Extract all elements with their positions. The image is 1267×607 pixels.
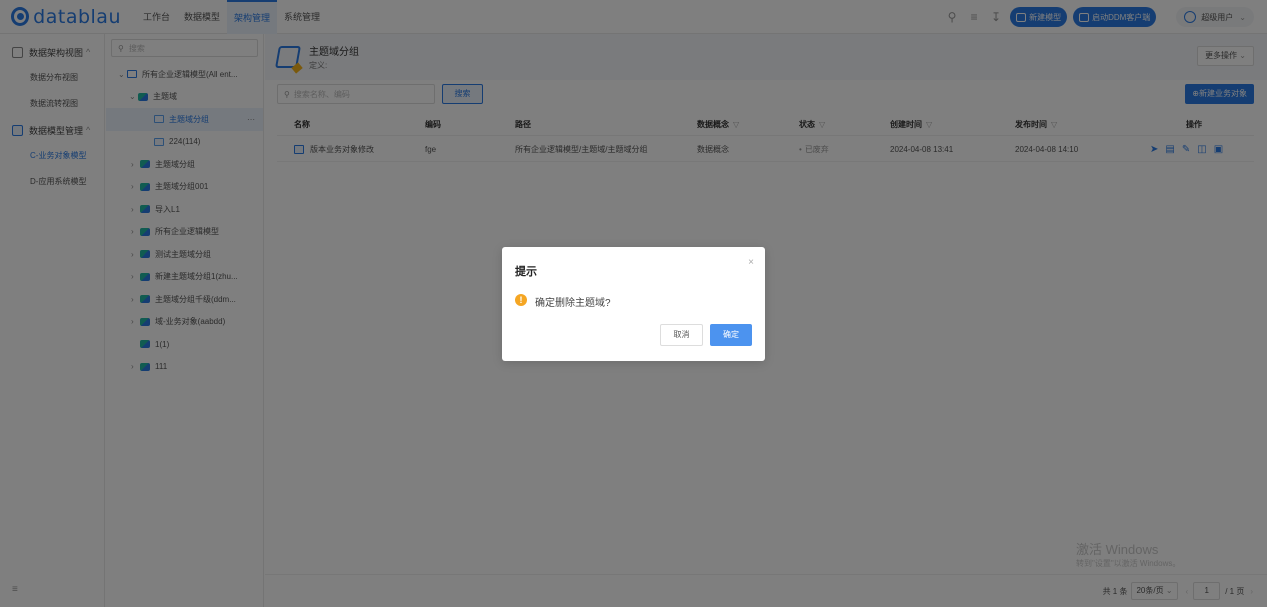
warning-icon: ! [515,294,527,306]
dialog-title: 提示 [515,266,537,278]
cancel-button[interactable]: 取消 [660,324,703,346]
confirm-dialog: 提示 × ! 确定删除主题域? 取消 确定 [502,247,765,361]
confirm-button[interactable]: 确定 [710,324,752,346]
dialog-message: 确定删除主题域? [535,298,611,309]
close-icon[interactable]: × [748,257,754,268]
